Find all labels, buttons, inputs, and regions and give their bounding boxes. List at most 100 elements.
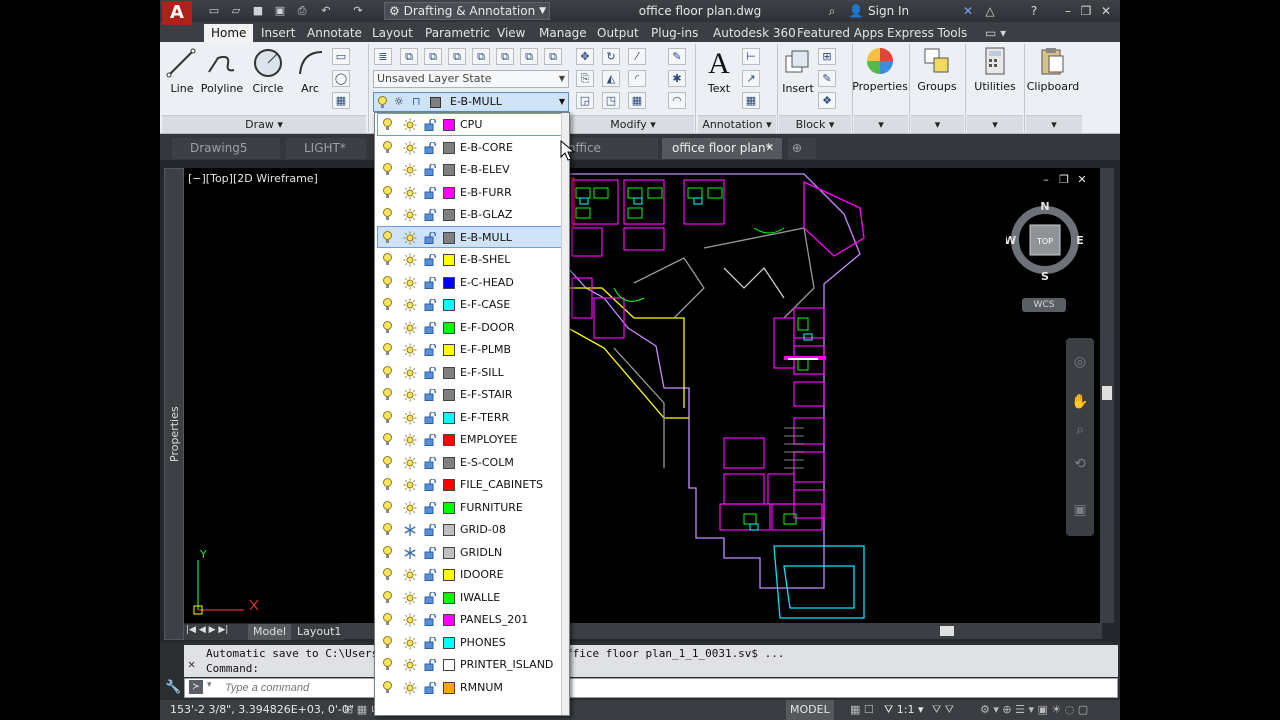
sun-icon[interactable] [403, 388, 417, 402]
drawing-viewport[interactable]: Y [184, 168, 1102, 623]
sun-icon[interactable] [403, 636, 417, 650]
layer-row[interactable]: E-B-GLAZ [377, 203, 567, 226]
layer-row[interactable]: E-B-FURR [377, 181, 567, 204]
layer-color-swatch[interactable] [443, 209, 455, 221]
bulb-icon[interactable] [383, 320, 392, 334]
bulb-icon[interactable] [383, 163, 392, 176]
bulb-icon[interactable] [383, 568, 392, 581]
binoculars-icon[interactable]: ⌕ [824, 3, 840, 19]
restore-icon[interactable]: ❐ [1078, 3, 1094, 19]
viewport-controls-label[interactable]: [−][Top][2D Wireframe] [188, 172, 318, 185]
unlock-icon[interactable] [424, 524, 438, 536]
tab-featured-apps[interactable]: Featured Apps [790, 24, 890, 42]
properties-panel-expander[interactable]: ▾ [854, 115, 908, 133]
bulb-icon[interactable] [383, 388, 392, 401]
unlock-icon[interactable] [424, 411, 438, 424]
unlock-icon[interactable] [424, 209, 438, 221]
horizontal-scroll-thumb[interactable] [940, 626, 954, 636]
orbit-icon[interactable]: ⟲ [1071, 456, 1089, 474]
unlock-icon[interactable] [424, 569, 438, 581]
layer-color-swatch[interactable] [443, 546, 455, 559]
leader-icon[interactable]: ↗ [742, 70, 760, 87]
tab-layout[interactable]: Layout [365, 24, 420, 42]
bulb-icon[interactable] [383, 298, 392, 311]
workspace-switch-icon[interactable]: ⚙ ▾ ⊕ ☰ ▾ ▣ ☀ ◌ ▢ [980, 700, 1088, 720]
new-tab-icon[interactable]: ⊕ [788, 138, 816, 159]
layer-row[interactable]: E-C-HEAD [377, 271, 567, 294]
tab-view[interactable]: View [490, 24, 532, 42]
layer-row[interactable]: E-F-SILL [377, 361, 567, 384]
vertical-scroll-thumb[interactable] [1102, 386, 1112, 400]
file-tab-drawing5[interactable]: Drawing5 [172, 138, 280, 159]
file-tab-office[interactable]: office [568, 138, 658, 159]
viewport-minimize-icon[interactable]: – [1040, 174, 1052, 186]
sun-icon[interactable] [403, 276, 417, 290]
sun-icon[interactable] [403, 456, 417, 470]
open-icon[interactable]: ▱ [228, 3, 244, 18]
sun-icon[interactable] [403, 591, 417, 605]
zoom-icon[interactable]: ⌕ [1071, 422, 1089, 440]
layer-row[interactable]: E-F-TERR [377, 406, 567, 429]
sun-icon[interactable] [403, 253, 417, 267]
fillet-icon[interactable]: ◜ [628, 70, 646, 87]
layer-row[interactable]: FURNITURE [377, 496, 567, 519]
annotation-visibility-icon[interactable]: ⛛ ⛛ [932, 700, 954, 720]
viewcube[interactable]: TOP N S E W [1004, 198, 1084, 283]
tab-model[interactable]: Model [248, 624, 292, 640]
text-icon[interactable]: A [704, 46, 734, 82]
draw-panel-label[interactable]: Draw ▾ [162, 115, 366, 133]
file-tab-office-floor-plan[interactable]: office floor plan* ✕ [662, 138, 782, 159]
bulb-icon[interactable] [383, 433, 392, 446]
tab-parametric[interactable]: Parametric [418, 24, 497, 42]
layer-row[interactable]: GRID-08 [377, 518, 567, 541]
annotation-scale[interactable]: ⛛ 1:1 ▾ [884, 700, 923, 720]
sun-icon[interactable] [403, 433, 417, 447]
scale-icon[interactable]: ◳ [602, 92, 620, 109]
layer-icon[interactable]: ⧉ [400, 48, 418, 65]
layer-row[interactable]: E-B-CORE [377, 136, 567, 159]
layer-row[interactable]: PRINTER_ISLAND [377, 653, 567, 676]
bulb-icon[interactable] [383, 455, 392, 469]
properties-icon[interactable] [865, 46, 895, 76]
erase-icon[interactable]: ✎ [668, 48, 686, 65]
layer-color-swatch[interactable] [443, 366, 455, 379]
layer-row[interactable]: IWALLE [377, 586, 567, 609]
file-tab-light[interactable]: LIGHT* [286, 138, 366, 159]
layer-icon[interactable]: ⧉ [544, 48, 562, 65]
new-icon[interactable]: ▭ [206, 3, 222, 18]
ellipse-icon[interactable]: ◯ [332, 70, 350, 87]
tab-insert[interactable]: Insert [254, 24, 302, 42]
layer-color-swatch[interactable] [443, 141, 455, 154]
unlock-icon[interactable] [424, 681, 438, 694]
exchange-icon[interactable]: ✕ [960, 3, 976, 19]
bulb-icon[interactable] [383, 275, 392, 289]
tab-output[interactable]: Output [590, 24, 646, 42]
tab-plug-ins[interactable]: Plug-ins [644, 24, 705, 42]
sign-in-link[interactable]: Sign In [868, 0, 909, 22]
layer-dropdown-list[interactable]: CPU E-B-CORE E-B-ELEV E-B-FURR E-B-GLAZ E-B-M… [374, 112, 570, 716]
layer-icon[interactable]: ⧉ [448, 48, 466, 65]
layer-row[interactable]: E-B-MULL [377, 225, 567, 248]
unlock-icon[interactable] [424, 659, 438, 671]
bulb-icon[interactable] [383, 545, 392, 559]
groups-panel-expander[interactable]: ▾ [911, 115, 964, 133]
unlock-icon[interactable] [424, 501, 438, 514]
unlock-icon[interactable] [424, 546, 438, 559]
unlock-icon[interactable] [424, 321, 438, 334]
explode-icon[interactable]: ✱ [668, 70, 686, 87]
calculator-icon[interactable] [980, 46, 1010, 76]
layer-color-swatch[interactable] [443, 254, 455, 266]
sun-icon[interactable] [403, 186, 417, 200]
sun-icon[interactable] [403, 658, 417, 672]
save-as-icon[interactable]: ▣ [272, 3, 288, 18]
unlock-icon[interactable] [424, 276, 438, 289]
tab-autodesk-360[interactable]: Autodesk 360 [706, 24, 803, 42]
layer-dropdown[interactable]: ☼ ⊓ E-B-MULL ▼ [373, 92, 569, 112]
sun-icon[interactable] [403, 478, 417, 492]
bulb-icon[interactable] [383, 365, 392, 379]
wcs-menu[interactable]: WCS [1022, 298, 1066, 312]
sun-icon[interactable] [403, 681, 417, 695]
user-icon[interactable]: 👤 [848, 3, 864, 19]
arc-icon[interactable] [296, 48, 326, 78]
viewport-tools-icon[interactable]: ▦ ☐ [850, 700, 874, 720]
